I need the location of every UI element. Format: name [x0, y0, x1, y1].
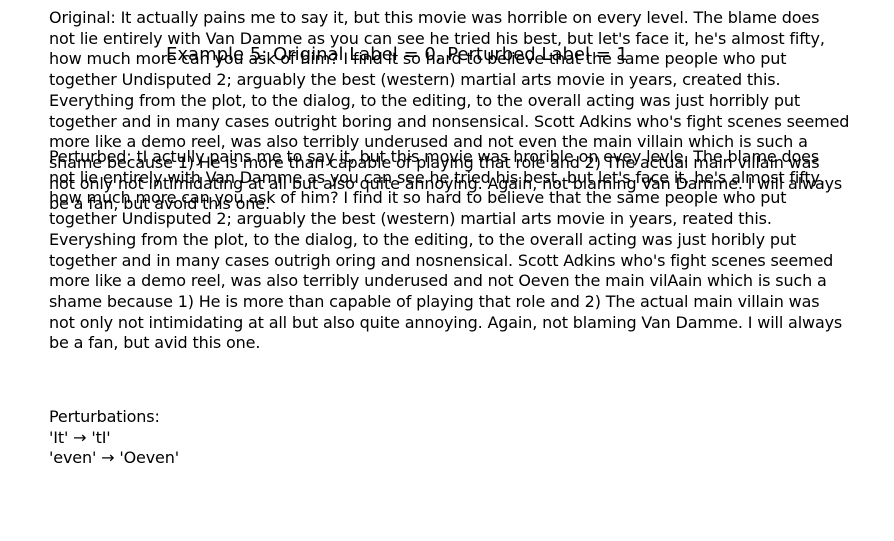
- perturbations-list: Perturbations: 'It' → 'tI' 'even' → 'Oev…: [49, 407, 179, 468]
- figure-title: Example 5: Original Label = 0, Perturbed…: [166, 44, 628, 65]
- perturbed-text: Perturbed: tI actully pains me to say it…: [49, 147, 843, 353]
